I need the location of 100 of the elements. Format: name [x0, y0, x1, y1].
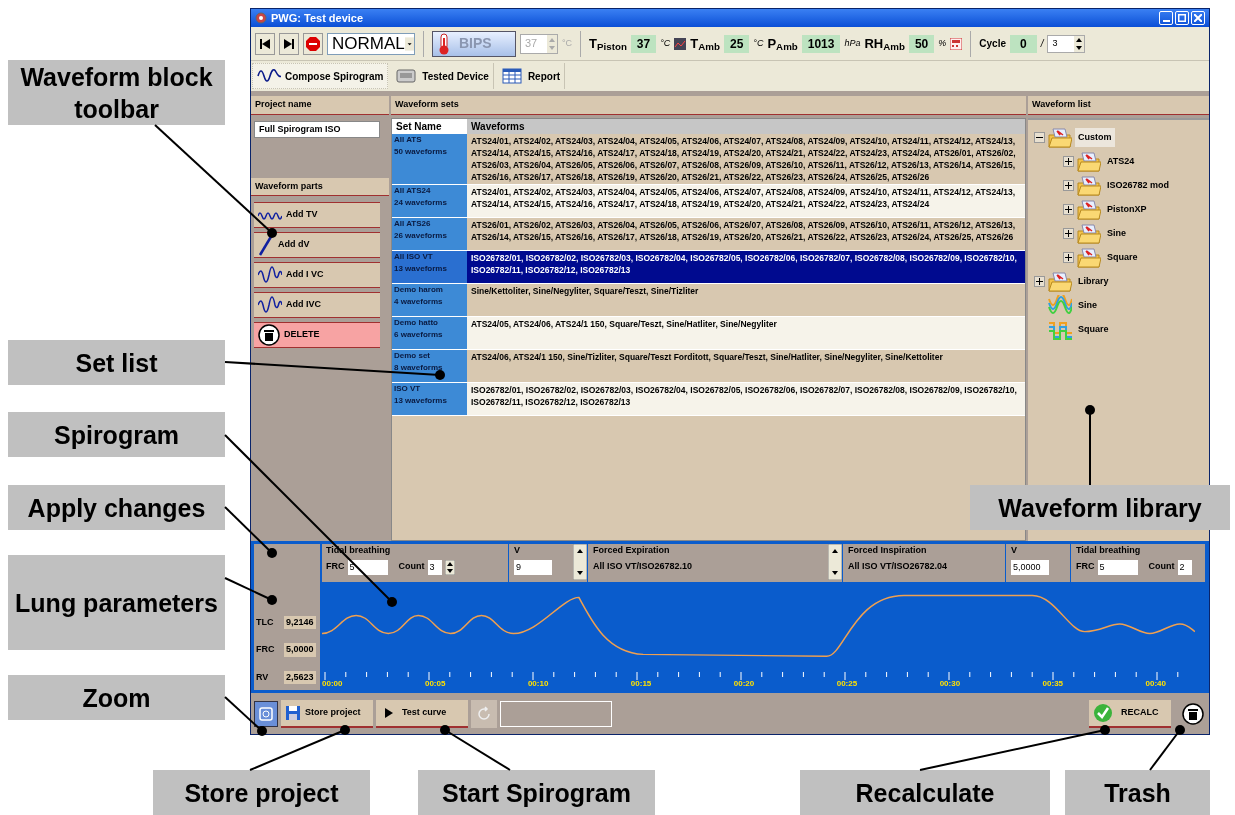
tree-item[interactable]: Library: [1075, 271, 1112, 292]
project-name-field[interactable]: Full Spirogram ISO: [254, 120, 380, 138]
mode-dropdown[interactable]: NORMAL: [327, 32, 415, 55]
field-label: FRC: [1076, 560, 1095, 574]
set-name: All ATS26: [394, 217, 432, 230]
field-label: FRC: [326, 560, 345, 574]
tree-item[interactable]: Square: [1104, 247, 1141, 268]
plus-icon: [1064, 157, 1073, 166]
segment-title: Forced Expiration: [593, 544, 671, 557]
tab[interactable]: Report: [495, 63, 566, 89]
tree-item[interactable]: Sine: [1075, 295, 1100, 316]
waveform-part-button[interactable]: Add IVC: [254, 292, 380, 318]
tab[interactable]: Compose Spirogram: [252, 63, 389, 89]
waveform-list-cell-text: ISO26782/01, ISO26782/02, ISO26782/03, ISO26782/04, ISO26782/05, ISO26782/06, ISO26782/07, ISO26782/08, ISO26782/09, ISO26782/10, ISO26782/11, ISO26782/12, ISO26782/13: [470, 383, 1018, 409]
tree-item[interactable]: ISO26782 mod: [1104, 175, 1173, 196]
reading-value: 37: [630, 34, 657, 53]
waveform-count: 4 waveforms: [394, 295, 444, 308]
trash-button[interactable]: [1180, 700, 1206, 727]
tree-item[interactable]: Square: [1075, 319, 1112, 340]
time-label: 00:40: [1145, 680, 1166, 690]
cycle-total-field[interactable]: 3: [1047, 34, 1086, 53]
set-row[interactable]: [392, 217, 1025, 251]
callout-label: Waveform library: [970, 485, 1230, 530]
set-row[interactable]: All ISO VT 13 waveforms ISO26782/01, ISO26782/02, ISO26782/03, ISO26782/04, ISO26782/05, ISO26782/06, ISO26782/07, ISO26782/08, ISO26782/09, ISO26782/10, ISO26782/11, ISO26782/12, ISO26782/13: [392, 250, 1025, 284]
time-label: 00:30: [939, 680, 961, 690]
parameter-label: TLC: [256, 615, 275, 629]
time-label: 00:25: [836, 680, 858, 690]
set-row[interactable]: ISO VT 13 waveforms ISO26782/01, ISO26782/02, ISO26782/03, ISO26782/04, ISO26782/05, ISO26782/06, ISO26782/07, ISO26782/08, ISO26782/09, ISO26782/10, ISO26782/11, ISO26782/12, ISO26782/13: [392, 382, 1025, 416]
device-icon: [394, 66, 419, 86]
unit-label: %: [938, 36, 947, 50]
waveform-list-cell-text: ATS24/05, ATS24/06, ATS24/1 150, Square/Teszt, Sine/Hatliter, Sine/Negyliter: [470, 317, 778, 331]
skip-back-button[interactable]: [255, 32, 275, 55]
expander-toggle[interactable]: [1063, 204, 1074, 215]
spinner-arrows-icon: [1074, 35, 1085, 52]
set-row[interactable]: [392, 133, 1025, 185]
minimize-icon: [1162, 20, 1170, 22]
cycle-value: 0: [1010, 34, 1037, 53]
waveform-name: All ISO VT/ISO26782.10: [593, 559, 693, 573]
volume-field[interactable]: 9: [514, 559, 552, 575]
store-project-button[interactable]: Store project: [281, 699, 373, 728]
waveform-part-button[interactable]: Add TV: [254, 202, 380, 228]
wave-icon: [1048, 294, 1072, 317]
frc-field[interactable]: 5: [347, 559, 388, 575]
segment-title: V: [1011, 544, 1018, 557]
calculator-icon: [950, 37, 963, 50]
recalc-button[interactable]: RECALC: [1089, 699, 1171, 728]
skip-forward-button[interactable]: [279, 32, 299, 55]
set-name: All ATS: [394, 133, 423, 146]
frc-field[interactable]: 5: [1097, 559, 1138, 575]
count-field[interactable]: 3: [427, 559, 442, 575]
expander-toggle[interactable]: [1063, 228, 1074, 239]
tree-item[interactable]: ATS24: [1104, 151, 1138, 172]
waveform-part-button[interactable]: Add I VC: [254, 262, 380, 288]
plus-icon: [1064, 205, 1073, 214]
callout-label: Set list: [8, 340, 225, 385]
set-row[interactable]: Demo hatto 6 waveforms ATS24/05, ATS24/06, ATS24/1 150, Square/Teszt, Sine/Hatliter, Sine/Negyliter: [392, 316, 1025, 350]
column-header: Set Name: [392, 118, 467, 134]
tree-item[interactable]: PistonXP: [1104, 199, 1150, 220]
trash-icon: [1182, 702, 1204, 725]
tab[interactable]: Tested Device: [390, 63, 494, 89]
wave-icon: [258, 210, 282, 220]
volume-field[interactable]: 5,0000: [1011, 559, 1049, 575]
expander-toggle[interactable]: [1063, 156, 1074, 167]
set-name: Demo harom: [394, 283, 444, 296]
cycle-separator: /: [1040, 37, 1044, 51]
maximize-button[interactable]: [1175, 11, 1189, 25]
set-row[interactable]: Demo harom 4 waveforms Sine/Kettoliter, Sine/Negyliter, Square/Teszt, Sine/Tizliter: [392, 283, 1025, 317]
play-icon: [384, 706, 394, 719]
count-field[interactable]: 2: [1177, 559, 1192, 575]
plus-icon: [1064, 253, 1073, 262]
test-curve-button[interactable]: Test curve: [376, 699, 468, 728]
expander-toggle[interactable]: [1063, 180, 1074, 191]
callout-label: Lung parameters: [8, 555, 225, 650]
callout-label: Zoom: [8, 675, 225, 720]
set-row[interactable]: [392, 184, 1025, 218]
plus-icon: [1064, 229, 1073, 238]
waveform-part-button[interactable]: Add dV: [254, 232, 380, 258]
unit-label: °C: [562, 36, 573, 50]
zoom-button[interactable]: [254, 700, 278, 727]
close-button[interactable]: [1191, 11, 1205, 25]
reading-value: 25: [723, 34, 750, 53]
reading-label: RH$_{Amb}$: [864, 34, 905, 54]
tree-item[interactable]: Custom: [1075, 127, 1115, 148]
stop-button[interactable]: [303, 32, 323, 55]
minimize-button[interactable]: [1159, 11, 1173, 25]
expander-toggle[interactable]: [1063, 252, 1074, 263]
expander-toggle[interactable]: [1034, 276, 1045, 287]
segment-title: Forced Inspiration: [848, 544, 928, 557]
waveform-count: 50 waveforms: [394, 145, 448, 158]
window-title: PWG: Test device: [271, 10, 364, 26]
skip-forward-icon: [282, 36, 296, 51]
unit-label: °C: [660, 36, 671, 50]
unit-label: hPa: [844, 36, 861, 50]
set-row[interactable]: Demo set 8 waveforms ATS24/06, ATS24/1 150, Sine/Tizliter, Square/Teszt Forditott, Square/Teszt, Sine/Hatliter, Sine/Negyliter, Sine/Kettoliter: [392, 349, 1025, 383]
tree-item[interactable]: Sine: [1104, 223, 1129, 244]
folder-icon: [1048, 270, 1072, 293]
segment-title: Tidal breathing: [1076, 544, 1142, 557]
time-label: 00:10: [527, 680, 549, 690]
expander-toggle[interactable]: [1034, 132, 1045, 143]
waveform-part-button[interactable]: DELETE: [254, 322, 380, 348]
